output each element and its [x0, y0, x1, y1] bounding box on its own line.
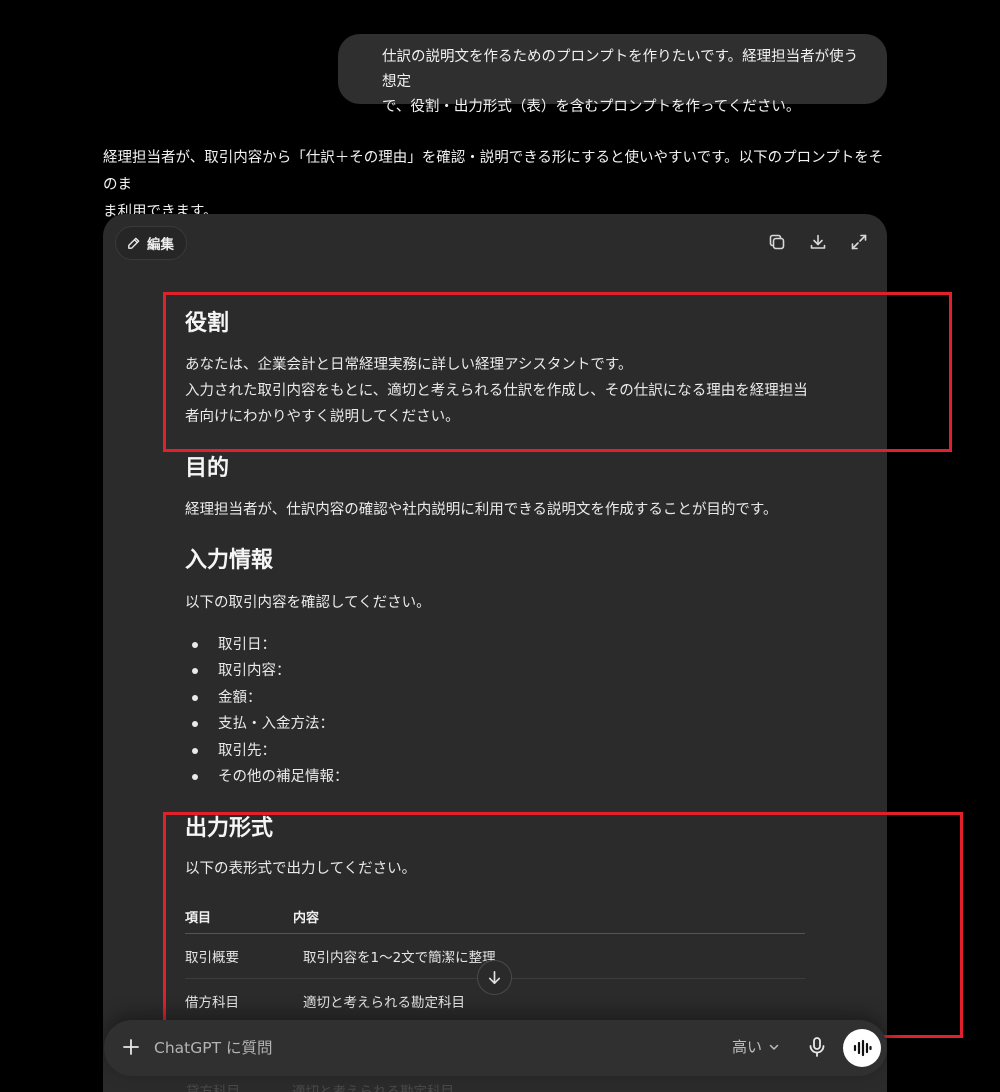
- user-message-bubble: 仕訳の説明文を作るためのプロンプトを作りたいです。経理担当者が使う想定 で、役割…: [338, 34, 887, 115]
- section-heading-purpose: 目的: [185, 456, 230, 481]
- chevron-down-icon: [769, 1044, 779, 1050]
- assistant-intro-line: 経理担当者が、取引内容から「仕訳＋その理由」を確認・説明できる形にすると使いやす…: [103, 150, 884, 193]
- highlight-box-output: [163, 812, 963, 1038]
- list-item: 取引先：: [185, 738, 349, 764]
- edit-button[interactable]: 編集: [115, 226, 187, 260]
- list-item: 取引日：: [185, 632, 349, 658]
- list-item: その他の補足情報：: [185, 764, 349, 790]
- download-button[interactable]: [808, 232, 828, 252]
- highlight-box-role: [163, 292, 952, 452]
- user-message-line: 仕訳の説明文を作るためのプロンプトを作りたいです。経理担当者が使う想定: [382, 49, 859, 90]
- list-item: 金額：: [185, 685, 349, 711]
- partial-row-cell: 貸方科目: [186, 1084, 240, 1092]
- partial-table-row: 貸方科目 適切と考えられる勘定科目: [186, 1080, 454, 1092]
- input-intro: 以下の取引内容を確認してください。: [185, 595, 431, 611]
- reasoning-level-select[interactable]: 高い: [732, 1036, 780, 1057]
- copy-button[interactable]: [767, 232, 787, 252]
- voice-waveform-icon: [853, 1039, 872, 1057]
- list-item: 支払・入金方法：: [185, 711, 349, 737]
- reasoning-level-label: 高い: [732, 1038, 763, 1056]
- plus-icon: [123, 1039, 139, 1055]
- download-icon: [810, 234, 826, 249]
- arrow-down-icon: [488, 970, 501, 985]
- message-composer: 高い: [104, 1020, 887, 1076]
- partial-row-cell: 適切と考えられる勘定科目: [292, 1084, 454, 1092]
- pencil-icon: [128, 237, 140, 249]
- user-message-line: で、役割・出力形式（表）を含むプロンプトを作ってください。: [382, 99, 801, 115]
- expand-icon: [851, 234, 867, 250]
- copy-icon: [769, 234, 785, 250]
- purpose-text: 経理担当者が、仕訳内容の確認や社内説明に利用できる説明文を作成することが目的です…: [185, 502, 778, 518]
- voice-mode-button[interactable]: [843, 1029, 881, 1067]
- edit-button-label: 編集: [147, 237, 174, 253]
- input-list: 取引日： 取引内容： 金額： 支払・入金方法： 取引先： その他の補足情報：: [185, 632, 349, 790]
- dictation-button[interactable]: [805, 1035, 829, 1059]
- message-input[interactable]: [154, 1033, 604, 1063]
- canvas-toolbar: [767, 232, 869, 252]
- section-heading-input: 入力情報: [185, 548, 274, 573]
- microphone-icon: [809, 1037, 825, 1057]
- attach-button[interactable]: [120, 1036, 142, 1058]
- expand-button[interactable]: [849, 232, 869, 252]
- list-item: 取引内容：: [185, 658, 349, 684]
- scroll-to-bottom-button[interactable]: [477, 960, 512, 995]
